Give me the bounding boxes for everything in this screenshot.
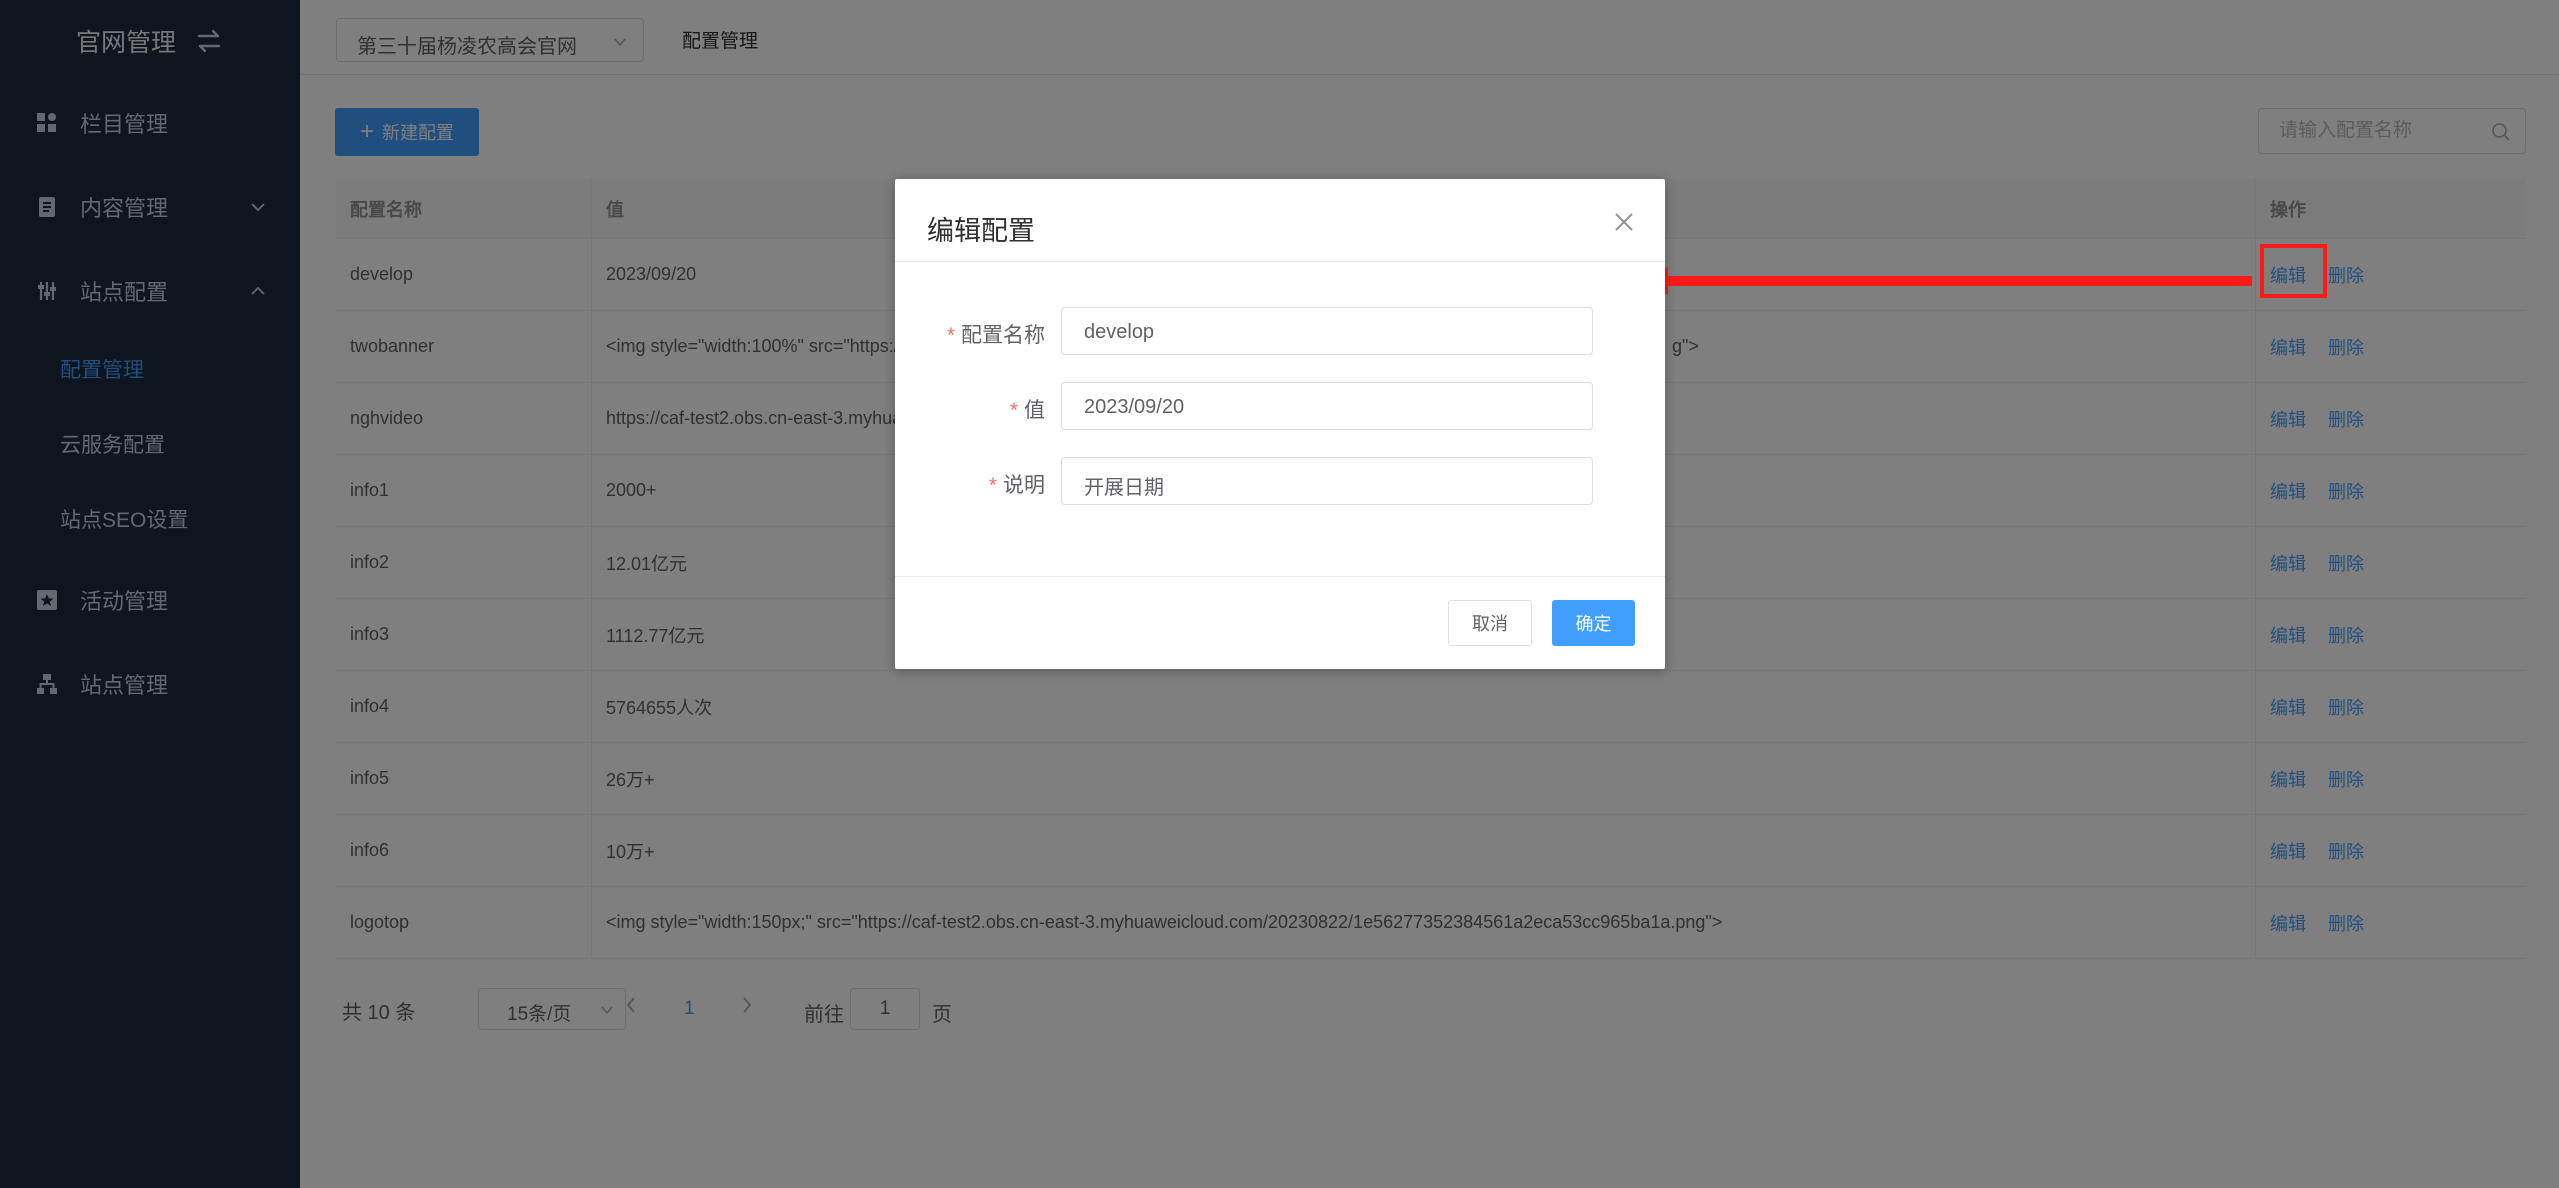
config-description-field[interactable]: 开展日期: [1061, 457, 1593, 505]
confirm-button[interactable]: 确定: [1552, 600, 1635, 646]
form-label: * 说明: [988, 474, 1045, 497]
config-value-field[interactable]: 2023/09/20: [1061, 382, 1593, 430]
dialog-footer-divider: [895, 576, 1665, 577]
edit-config-dialog: 编辑配置 * 配置名称 develop * 值 2023/09/20 * 说明 开展日…: [895, 179, 1665, 669]
close-icon[interactable]: [1613, 211, 1635, 233]
config-description-value: 开展日期: [1084, 477, 1164, 499]
config-name-field[interactable]: develop: [1061, 307, 1593, 355]
config-name-value: develop: [1084, 321, 1155, 343]
dialog-title: 编辑配置: [927, 216, 1035, 246]
form-label: * 值: [1009, 399, 1045, 422]
form-row-description: * 说明 开展日期: [895, 457, 1665, 505]
form-row-name: * 配置名称 develop: [895, 307, 1665, 355]
form-row-value: * 值 2023/09/20: [895, 382, 1665, 430]
dialog-header-divider: [895, 261, 1665, 262]
form-label: * 配置名称: [946, 324, 1045, 347]
cancel-button[interactable]: 取消: [1448, 600, 1532, 646]
config-value-value: 2023/09/20: [1084, 396, 1185, 418]
annotation-highlight-box: [2260, 244, 2327, 298]
